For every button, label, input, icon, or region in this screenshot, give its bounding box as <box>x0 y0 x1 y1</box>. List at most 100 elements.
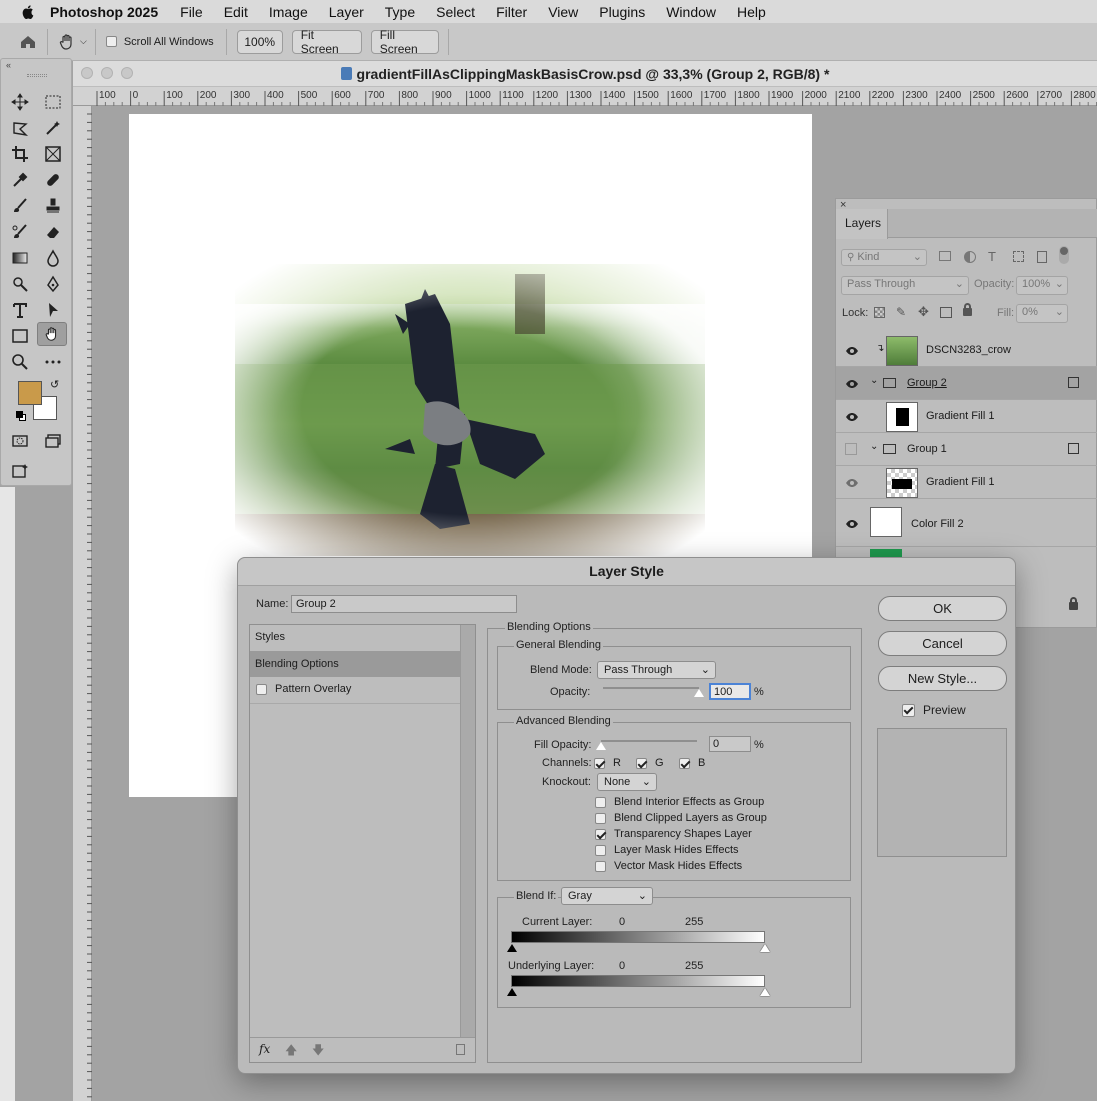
generative-fill-icon[interactable] <box>9 460 31 482</box>
healing-brush-icon[interactable] <box>42 169 64 191</box>
menu-window[interactable]: Window <box>666 4 716 20</box>
vector-mask-hides-option[interactable]: Vector Mask Hides Effects <box>595 860 742 872</box>
layer-mask-hides-checkbox[interactable] <box>595 844 606 856</box>
layer-mask-hides-option[interactable]: Layer Mask Hides Effects <box>595 844 739 856</box>
layer-row-crow[interactable]: ↴ DSCN3283_crow <box>836 334 1097 367</box>
move-down-icon[interactable]: 🡇 <box>312 1041 324 1062</box>
swap-colors-icon[interactable]: ↺ <box>50 378 59 391</box>
current-layer-white-handle[interactable] <box>760 944 770 952</box>
clone-stamp-icon[interactable] <box>42 195 64 217</box>
channel-r[interactable]: R <box>594 757 621 769</box>
blend-interior-checkbox[interactable] <box>595 796 606 808</box>
opacity-slider-handle[interactable] <box>694 689 704 697</box>
crop-tool-icon[interactable] <box>9 143 31 165</box>
vector-mask-hides-checkbox[interactable] <box>595 860 606 872</box>
fill-opacity-slider-track[interactable] <box>596 740 697 750</box>
preview-checkbox[interactable] <box>902 703 915 717</box>
hand-tool-icon[interactable] <box>58 33 76 51</box>
pattern-overlay-item[interactable]: Pattern Overlay <box>256 683 351 695</box>
blend-interior-option[interactable]: Blend Interior Effects as Group <box>595 796 764 808</box>
menu-plugins[interactable]: Plugins <box>599 4 645 20</box>
move-tool-icon[interactable] <box>9 91 31 113</box>
panel-grip[interactable] <box>27 74 47 77</box>
more-tools-icon[interactable] <box>42 351 64 373</box>
menu-image[interactable]: Image <box>269 4 308 20</box>
menu-file[interactable]: File <box>180 4 203 20</box>
magic-wand-icon[interactable] <box>42 117 64 139</box>
fx-icon[interactable]: fx <box>259 1042 270 1056</box>
layer-opacity-field[interactable]: 100% ⌄ <box>1016 276 1068 295</box>
eye-icon[interactable] <box>845 377 859 391</box>
blend-mode-select[interactable]: Pass Through ⌄ <box>597 661 716 679</box>
eye-icon[interactable] <box>845 517 859 531</box>
foreground-color-swatch[interactable] <box>18 381 42 405</box>
path-selection-icon[interactable] <box>42 299 64 321</box>
layer-row-gradient-fill-1-b[interactable]: Gradient Fill 1 <box>836 466 1097 499</box>
new-style-button[interactable]: New Style... <box>878 666 1007 691</box>
menu-filter[interactable]: Filter <box>496 4 527 20</box>
layer-row-gradient-fill-1-a[interactable]: Gradient Fill 1 <box>836 400 1097 433</box>
lock-pixels-icon[interactable]: ✎ <box>896 305 906 319</box>
transparency-shapes-checkbox[interactable] <box>595 828 606 840</box>
opacity-slider-track[interactable] <box>603 687 704 697</box>
channel-b-checkbox[interactable] <box>679 757 690 769</box>
styles-scrollbar[interactable] <box>460 625 475 1037</box>
cancel-button[interactable]: Cancel <box>878 631 1007 656</box>
dodge-tool-icon[interactable] <box>9 273 31 295</box>
filter-shape-icon[interactable] <box>1013 251 1024 262</box>
styles-item[interactable]: Styles <box>255 631 285 643</box>
blend-if-select[interactable]: Gray ⌄ <box>561 887 653 905</box>
hand-tool-selected-icon[interactable] <box>37 322 67 346</box>
filter-adjustment-icon[interactable] <box>964 251 976 263</box>
zoom-tool-icon[interactable] <box>9 351 31 373</box>
opacity-field[interactable]: 100 <box>709 683 751 700</box>
fit-screen-button[interactable]: Fit Screen <box>291 28 362 56</box>
pattern-overlay-checkbox[interactable] <box>256 683 267 695</box>
move-up-icon[interactable]: 🡅 <box>285 1041 297 1062</box>
lock-all-icon[interactable] <box>963 303 972 316</box>
frame-tool-icon[interactable] <box>42 143 64 165</box>
chevron-down-icon[interactable]: ⌵ <box>80 36 87 47</box>
type-tool-icon[interactable] <box>9 299 31 321</box>
blur-tool-icon[interactable] <box>42 247 64 269</box>
underlying-layer-black-handle[interactable] <box>507 988 517 996</box>
filter-kind-select[interactable]: ⚲ Kind ⌄ <box>841 249 927 266</box>
gradient-tool-icon[interactable] <box>9 247 31 269</box>
pen-tool-icon[interactable] <box>42 273 64 295</box>
current-layer-black-handle[interactable] <box>507 944 517 952</box>
filter-smart-object-icon[interactable] <box>1037 251 1047 263</box>
lasso-tool-icon[interactable] <box>9 117 31 139</box>
ok-button[interactable]: OK <box>878 596 1007 621</box>
layer-row-group2[interactable]: ⌄ Group 2 <box>836 367 1097 400</box>
fill-screen-button[interactable]: Fill Screen <box>370 28 439 56</box>
layer-row-group1[interactable]: ⌄ Group 1 <box>836 433 1097 466</box>
lock-transparent-icon[interactable] <box>874 307 885 318</box>
layer-blend-mode-select[interactable]: Pass Through ⌄ <box>841 276 969 295</box>
chevron-down-icon[interactable]: ⌄ <box>870 375 878 386</box>
eye-icon[interactable] <box>845 344 859 358</box>
fill-field[interactable]: 0% ⌄ <box>1016 304 1068 323</box>
lock-artboard-icon[interactable] <box>940 307 952 318</box>
menu-view[interactable]: View <box>548 4 578 20</box>
preview-option[interactable]: Preview <box>902 703 966 717</box>
apple-icon[interactable] <box>20 4 36 20</box>
eraser-icon[interactable] <box>42 221 64 243</box>
rectangle-tool-icon[interactable] <box>9 325 31 347</box>
menu-type[interactable]: Type <box>385 4 415 20</box>
app-name[interactable]: Photoshop 2025 <box>50 4 158 20</box>
collapse-panel-icon[interactable]: « <box>6 60 11 70</box>
channel-r-checkbox[interactable] <box>594 757 605 769</box>
menu-help[interactable]: Help <box>737 4 766 20</box>
menu-edit[interactable]: Edit <box>224 4 248 20</box>
underlying-layer-white-handle[interactable] <box>760 988 770 996</box>
blend-clipped-checkbox[interactable] <box>595 812 606 824</box>
channel-g[interactable]: G <box>636 757 664 769</box>
marquee-tool-icon[interactable] <box>42 91 64 113</box>
brush-tool-icon[interactable] <box>9 195 31 217</box>
scroll-all-windows-checkbox[interactable] <box>105 36 117 47</box>
filter-pixel-icon[interactable] <box>939 251 951 261</box>
menu-select[interactable]: Select <box>436 4 475 20</box>
fill-opacity-field[interactable]: 0 <box>709 736 751 752</box>
blending-options-item[interactable]: Blending Options <box>250 651 460 677</box>
filter-toggle-icon[interactable] <box>1059 246 1069 264</box>
